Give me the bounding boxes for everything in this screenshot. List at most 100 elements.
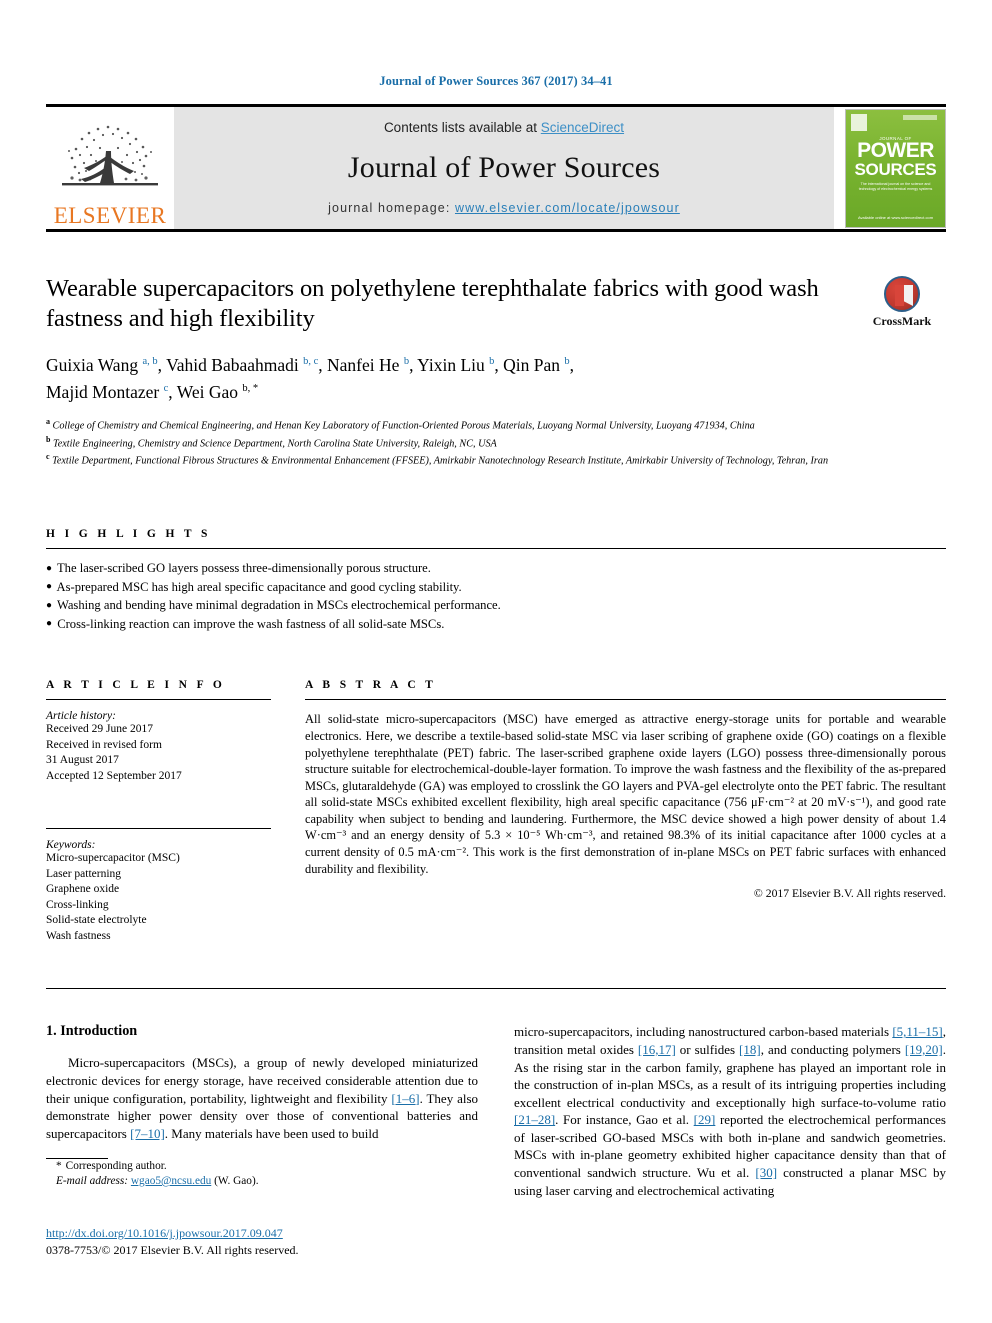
abstract-copyright: © 2017 Elsevier B.V. All rights reserved… xyxy=(753,887,946,901)
citation-link[interactable]: [19,20] xyxy=(905,1042,943,1057)
highlights-list: ● The laser-scribed GO layers possess th… xyxy=(46,559,946,633)
journal-homepage-line: journal homepage: www.elsevier.com/locat… xyxy=(328,201,680,215)
author-affiliation-mark: b, c xyxy=(303,356,319,367)
highlights-heading: H I G H L I G H T S xyxy=(46,528,211,541)
citation-link[interactable]: [18] xyxy=(739,1042,761,1057)
article-history-title: Article history: xyxy=(46,710,116,723)
journal-cover-wrap: JOURNAL OF POWER SOURCES The internation… xyxy=(834,107,946,229)
affiliation-mark: a xyxy=(46,416,50,426)
journal-masthead: ELSEVIER Contents lists available at Sci… xyxy=(46,104,946,229)
author-name: Majid Montazer xyxy=(46,381,164,402)
masthead-bottom-rule xyxy=(46,229,946,232)
cover-footer: Available online at www.sciencedirect.co… xyxy=(857,214,934,220)
bullet-icon: ● xyxy=(46,562,53,574)
author-name: Guixia Wang xyxy=(46,354,143,375)
masthead-center: Contents lists available at ScienceDirec… xyxy=(174,107,834,229)
article-info-column: A R T I C L E I N F O Article history: R… xyxy=(46,679,305,944)
issn-copyright-line: 0378-7753/© 2017 Elsevier B.V. All right… xyxy=(46,1243,299,1257)
author-affiliation-mark: b xyxy=(489,356,495,367)
author-list: Guixia Wang a, b, Vahid Babaahmadi b, c,… xyxy=(46,350,946,404)
body-separator-rule xyxy=(46,988,946,990)
crossmark-badge[interactable]: CrossMark xyxy=(858,274,946,329)
article-history-line: Received in revised form xyxy=(46,738,162,751)
email-line: E-mail address: wgao5@ncsu.edu (W. Gao). xyxy=(46,1174,476,1189)
author-affiliation-mark: b xyxy=(403,356,410,367)
journal-title: Journal of Power Sources xyxy=(347,151,661,184)
corresponding-author-line: * Corresponding author. xyxy=(46,1159,476,1174)
abstract-column: A B S T R A C T All solid-state micro-su… xyxy=(305,679,946,900)
author-name: Qin Pan xyxy=(503,354,565,375)
citation-link[interactable]: [30] xyxy=(755,1165,777,1180)
affiliation-item: b Textile Engineering, Chemistry and Sci… xyxy=(46,434,497,449)
highlight-item: ● As-prepared MSC has high areal specifi… xyxy=(46,579,462,594)
highlight-item: ● Cross-linking reaction can improve the… xyxy=(46,616,445,631)
crossmark-label: CrossMark xyxy=(872,314,932,328)
author-name: Vahid Babaahmadi xyxy=(166,354,304,375)
keyword-item: Wash fastness xyxy=(46,929,111,942)
citation-link[interactable]: [5,11–15] xyxy=(892,1024,942,1039)
article-history-line: 31 August 2017 xyxy=(46,754,119,767)
elsevier-wordmark: ELSEVIER xyxy=(53,203,167,228)
author-affiliation-mark: b xyxy=(564,356,570,367)
bullet-icon: ● xyxy=(46,599,53,611)
article-history-lines: Received 29 June 2017 Received in revised… xyxy=(46,722,271,784)
email-link[interactable]: wgao5@ncsu.edu xyxy=(131,1175,211,1187)
keywords-list: Micro-supercapacitor (MSC) Laser patterni… xyxy=(46,851,271,944)
bullet-icon: ● xyxy=(46,581,53,593)
author-affiliation-mark: c xyxy=(163,382,169,394)
keyword-item: Laser patterning xyxy=(46,867,122,880)
body-column-right: micro-supercapacitors, including nanostr… xyxy=(514,1023,946,1199)
cover-power-text: POWER xyxy=(857,138,934,162)
abstract-heading: A B S T R A C T xyxy=(305,679,437,692)
affiliation-item: a College of Chemistry and Chemical Engi… xyxy=(46,416,755,432)
highlights-section: H I G H L I G H T S ● The laser-scribed … xyxy=(46,528,946,633)
highlight-item: ● Washing and bending have minimal degra… xyxy=(46,598,501,613)
abstract-text: All solid-state micro-supercapacitors (M… xyxy=(305,712,946,876)
citation-link[interactable]: [29] xyxy=(694,1112,716,1127)
page-title: Wearable supercapacitors on polyethylene… xyxy=(46,275,819,332)
citation-link[interactable]: [16,17] xyxy=(638,1042,676,1057)
affiliation-mark: b xyxy=(46,434,51,444)
paper-page: Journal of Power Sources 367 (2017) 34–4… xyxy=(0,0,992,1323)
crossmark-icon xyxy=(884,276,920,312)
keyword-item: Micro-supercapacitor (MSC) xyxy=(46,852,180,865)
keyword-item: Cross-linking xyxy=(46,898,109,911)
cover-blurb: The international journal on the science… xyxy=(858,181,933,191)
email-label: E-mail address: xyxy=(56,1175,129,1187)
citation-link[interactable]: [21–28] xyxy=(514,1112,555,1127)
running-head: Journal of Power Sources 367 (2017) 34–4… xyxy=(379,74,613,88)
author-name: Nanfei He xyxy=(327,354,404,375)
keywords-title: Keywords: xyxy=(46,839,96,852)
article-info-rule xyxy=(46,699,271,701)
sciencedirect-link[interactable]: ScienceDirect xyxy=(541,120,624,135)
author-name: Yixin Liu xyxy=(417,354,490,375)
cover-topbar xyxy=(903,114,937,120)
article-info-heading: A R T I C L E I N F O xyxy=(46,679,226,692)
doi-link[interactable]: http://dx.doi.org/10.1016/j.jpowsour.201… xyxy=(46,1226,283,1240)
abstract-rule xyxy=(305,699,946,701)
title-main: Wearable supercapacitors on polyethylene… xyxy=(46,274,858,334)
contents-lists-line: Contents lists available at ScienceDirec… xyxy=(384,120,624,135)
highlights-rule xyxy=(46,548,946,550)
title-block: Wearable supercapacitors on polyethylene… xyxy=(46,274,946,334)
keywords-block: Keywords: Micro-supercapacitor (MSC) Lase… xyxy=(46,828,271,944)
footnote-star: * xyxy=(56,1160,62,1172)
author-line-1: Guixia Wang a, b, Vahid Babaahmadi b, c,… xyxy=(46,354,574,375)
elsevier-logo: ELSEVIER xyxy=(46,107,174,229)
citation-link[interactable]: [1–6] xyxy=(391,1091,419,1106)
info-abstract-row: A R T I C L E I N F O Article history: R… xyxy=(46,679,946,944)
cover-elsevier-logo-icon xyxy=(851,113,867,131)
affiliation-list: a College of Chemistry and Chemical Engi… xyxy=(46,415,946,469)
email-suffix: (W. Gao). xyxy=(211,1175,259,1187)
contents-prefix: Contents lists available at xyxy=(383,120,541,135)
journal-homepage-link[interactable]: www.elsevier.com/locate/jpowsour xyxy=(455,201,680,215)
keywords-rule xyxy=(46,828,271,830)
author-name: Wei Gao xyxy=(176,381,243,402)
article-history-line: Accepted 12 September 2017 xyxy=(46,769,182,782)
author-affiliation-mark: b, * xyxy=(242,382,259,394)
keyword-item: Graphene oxide xyxy=(46,883,120,896)
bullet-icon: ● xyxy=(46,618,53,630)
citation-link[interactable]: [7–10] xyxy=(130,1126,165,1141)
author-line-2: Majid Montazer c, Wei Gao b, * xyxy=(46,381,259,402)
introduction-paragraph-left: Micro-supercapacitors (MSCs), a group of… xyxy=(46,1055,479,1141)
